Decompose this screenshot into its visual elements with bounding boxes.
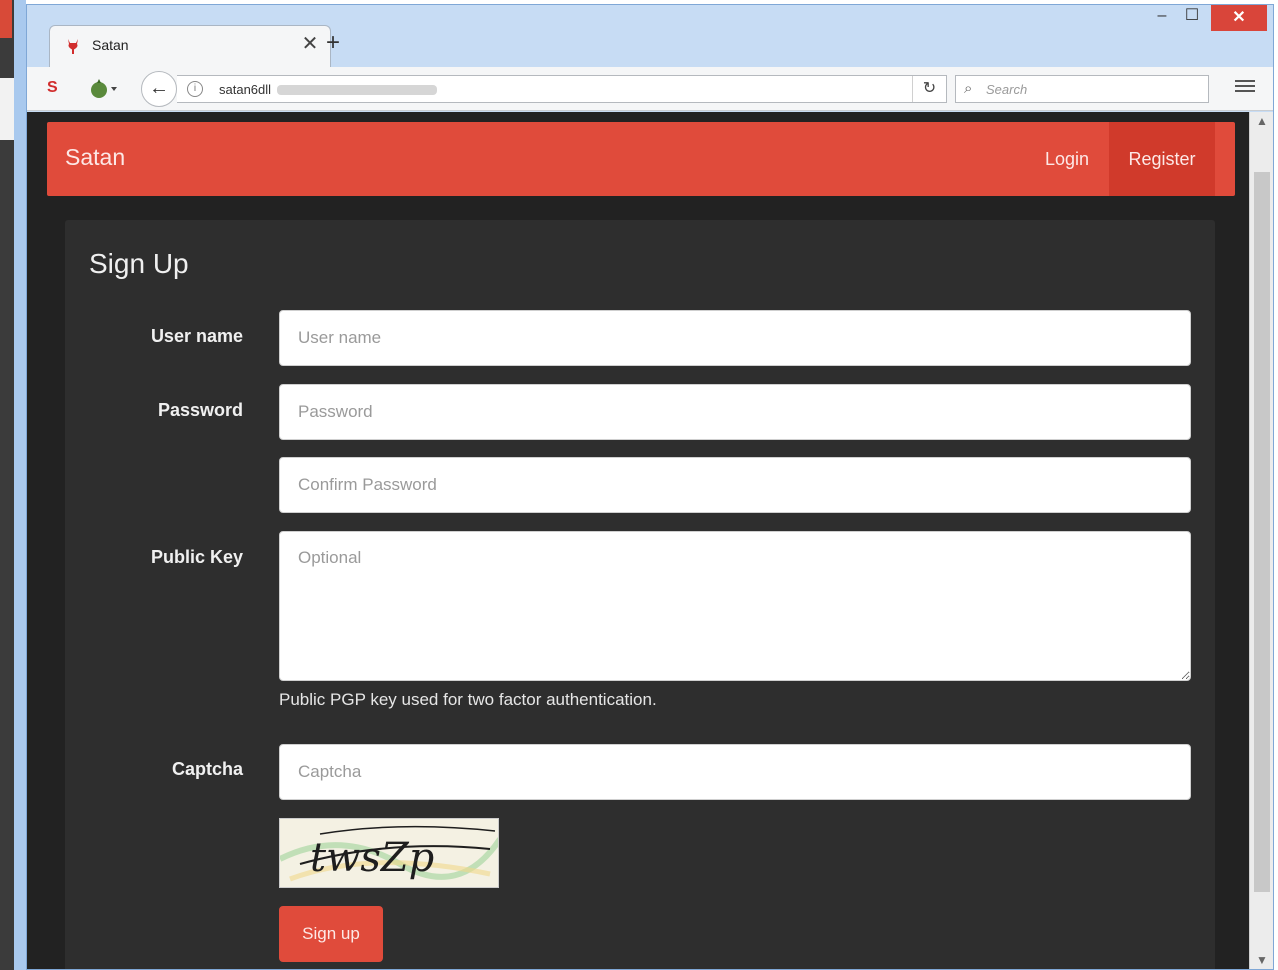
- maximize-button[interactable]: ☐: [1177, 5, 1207, 31]
- window-controls: – ☐ ✕: [1147, 5, 1267, 35]
- browser-toolbar: S ← i satan6dll ↻ ⌕ Search: [27, 67, 1273, 111]
- scroll-up-arrow-icon[interactable]: ▲: [1250, 112, 1274, 130]
- tor-onion-icon[interactable]: [89, 77, 119, 99]
- page-viewport: Satan Login Register Sign Up User name P…: [27, 112, 1255, 969]
- site-navbar: Satan Login Register: [47, 122, 1235, 196]
- back-arrow-icon[interactable]: ←: [141, 71, 177, 107]
- devil-favicon-icon: [68, 39, 78, 54]
- captcha-image: twsZp: [279, 818, 499, 888]
- background-window-edge-light: [0, 78, 14, 140]
- new-tab-button[interactable]: +: [319, 29, 347, 57]
- background-window-border: [14, 0, 26, 970]
- nav-register-link[interactable]: Register: [1109, 122, 1215, 196]
- info-icon[interactable]: i: [187, 81, 203, 97]
- url-bar[interactable]: i satan6dll ↻: [177, 75, 947, 103]
- tab-title: Satan: [92, 37, 129, 53]
- site-brand[interactable]: Satan: [65, 144, 125, 171]
- hamburger-menu-icon[interactable]: [1235, 77, 1255, 95]
- captcha-input[interactable]: [279, 744, 1191, 800]
- search-icon: ⌕: [964, 80, 973, 97]
- confirm-password-input[interactable]: [279, 457, 1191, 513]
- noscript-extension-icon[interactable]: S: [47, 79, 58, 97]
- search-bar[interactable]: ⌕ Search: [955, 75, 1209, 103]
- minimize-button[interactable]: –: [1147, 5, 1177, 31]
- window-close-button[interactable]: ✕: [1211, 5, 1267, 31]
- captcha-graphic: twsZp: [280, 819, 498, 887]
- public-key-label: Public Key: [150, 547, 243, 567]
- vertical-scrollbar[interactable]: ▲ ▼: [1249, 112, 1273, 969]
- background-window-edge: [0, 0, 12, 38]
- signup-panel: Sign Up User name Password Public Key Pu…: [65, 220, 1215, 969]
- redacted-url: [277, 85, 437, 95]
- tab-bar: Satan ✕ + – ☐ ✕: [27, 5, 1273, 69]
- scroll-down-arrow-icon[interactable]: ▼: [1250, 951, 1274, 969]
- url-text: satan6dll: [219, 82, 272, 97]
- browser-window: Satan ✕ + – ☐ ✕ S ← i satan6dll ↻ ⌕ Sear…: [26, 4, 1274, 970]
- nav-login-link[interactable]: Login: [1027, 122, 1107, 196]
- sign-up-button[interactable]: Sign up: [279, 906, 383, 962]
- public-key-textarea[interactable]: [279, 531, 1191, 681]
- password-label: Password: [157, 400, 243, 420]
- username-input[interactable]: [279, 310, 1191, 366]
- page-title: Sign Up: [89, 248, 189, 279]
- search-placeholder: Search: [986, 82, 1028, 97]
- reload-icon[interactable]: ↻: [912, 76, 946, 102]
- username-label: User name: [150, 326, 243, 346]
- scroll-thumb[interactable]: [1254, 172, 1270, 892]
- public-key-help-text: Public PGP key used for two factor authe…: [279, 690, 657, 709]
- browser-tab[interactable]: Satan ✕: [49, 25, 331, 67]
- desktop-background: [0, 0, 26, 970]
- password-input[interactable]: [279, 384, 1191, 440]
- captcha-label: Captcha: [171, 759, 243, 779]
